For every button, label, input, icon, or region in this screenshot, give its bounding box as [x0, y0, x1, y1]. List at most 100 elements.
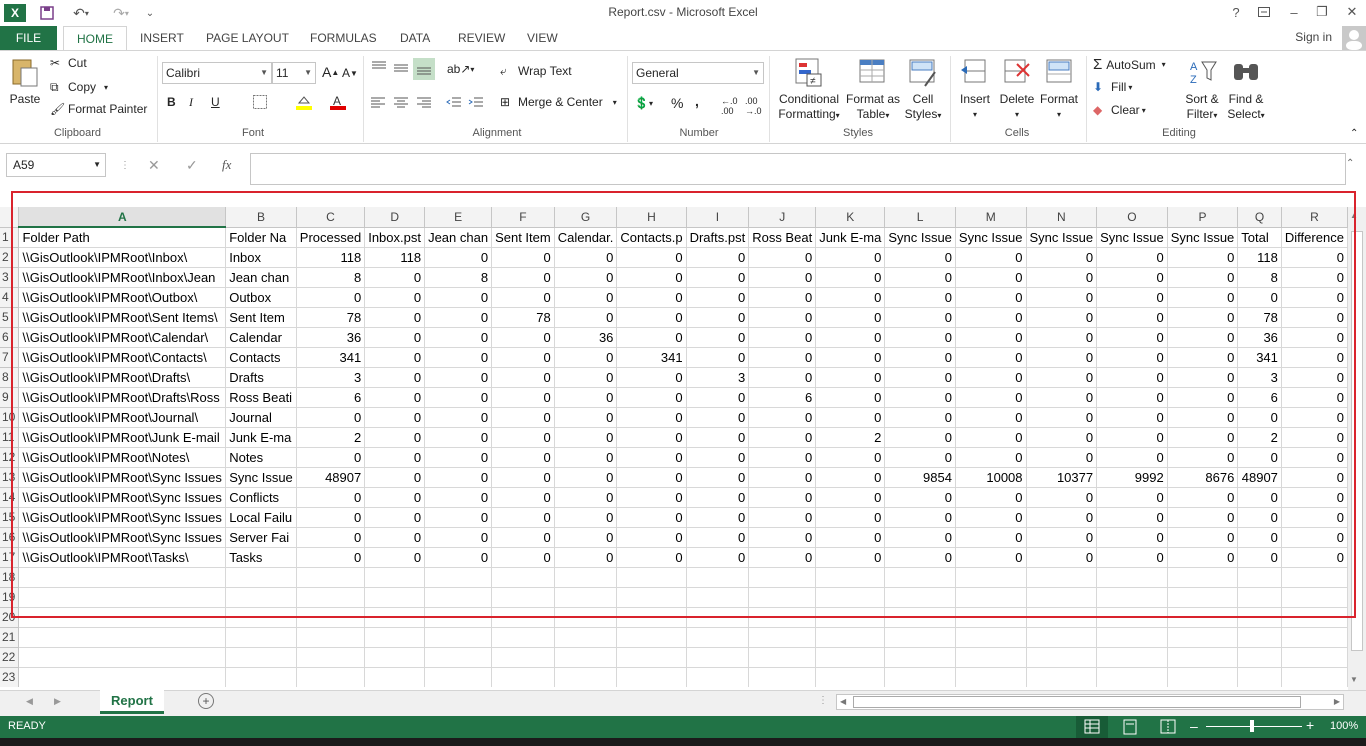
restore-button[interactable]: ❐: [1308, 2, 1336, 22]
cell[interactable]: 0: [1167, 327, 1239, 348]
tab-file[interactable]: FILE: [0, 26, 57, 50]
zoom-slider[interactable]: [1206, 726, 1302, 727]
spreadsheet-grid[interactable]: ABCDEFGHIJKLMNOPQR 1 Folder Path Folder Na…: [0, 207, 1348, 687]
cell[interactable]: [748, 607, 817, 628]
cell[interactable]: [1167, 567, 1239, 588]
row-header[interactable]: 14: [0, 487, 20, 508]
autosum-button[interactable]: Σ AutoSum ▾: [1093, 56, 1166, 73]
cell[interactable]: [616, 627, 687, 648]
cell[interactable]: [955, 567, 1027, 588]
cell[interactable]: Folder Path: [18, 227, 227, 248]
cell[interactable]: 0: [1167, 427, 1239, 448]
increase-indent-icon[interactable]: [468, 96, 484, 111]
page-break-view-button[interactable]: [1152, 716, 1184, 738]
cell[interactable]: Total: [1237, 227, 1282, 248]
cell[interactable]: Jean chan: [424, 227, 493, 248]
cell[interactable]: Conflicts: [225, 487, 297, 508]
cell[interactable]: [815, 607, 886, 628]
cell[interactable]: 0: [1237, 487, 1282, 508]
cell[interactable]: 0: [1026, 247, 1098, 268]
cell[interactable]: [364, 567, 426, 588]
cell[interactable]: Contacts.p: [616, 227, 687, 248]
cell[interactable]: 0: [748, 427, 817, 448]
cell[interactable]: 0: [884, 427, 956, 448]
cell[interactable]: 0: [1281, 487, 1348, 508]
horizontal-scroll-thumb[interactable]: [853, 696, 1301, 708]
cell[interactable]: [364, 607, 426, 628]
cell[interactable]: [364, 587, 426, 608]
increase-decimal-icon[interactable]: ←.0.00: [721, 96, 738, 116]
cell[interactable]: 0: [554, 527, 618, 548]
underline-button[interactable]: U: [211, 95, 220, 109]
cell[interactable]: 0: [424, 467, 493, 488]
find-select-button[interactable]: Find & Select▾: [1224, 56, 1268, 123]
cell[interactable]: [1167, 587, 1239, 608]
cell[interactable]: 36: [296, 327, 366, 348]
cell[interactable]: [296, 567, 366, 588]
cell[interactable]: 0: [554, 507, 618, 528]
cell[interactable]: [491, 567, 555, 588]
column-header-p[interactable]: P: [1167, 207, 1239, 228]
expand-formula-bar-icon[interactable]: ⌃: [1346, 158, 1354, 169]
cell[interactable]: [884, 587, 956, 608]
cell[interactable]: \\GisOutlook\IPMRoot\Junk E-mail: [18, 427, 227, 448]
cell[interactable]: 0: [364, 407, 426, 428]
cell[interactable]: 0: [955, 247, 1027, 268]
cell[interactable]: 0: [491, 347, 555, 368]
cell[interactable]: [424, 647, 493, 668]
cell[interactable]: Sync Issue: [1096, 227, 1168, 248]
cell[interactable]: [296, 647, 366, 668]
cell[interactable]: 0: [616, 427, 687, 448]
cell[interactable]: 0: [364, 387, 426, 408]
cell[interactable]: 341: [616, 347, 687, 368]
cell[interactable]: 0: [554, 387, 618, 408]
tab-split-grip-icon[interactable]: ⋮: [818, 695, 828, 706]
cell[interactable]: 0: [748, 327, 817, 348]
cell[interactable]: [616, 587, 687, 608]
cell[interactable]: [1096, 567, 1168, 588]
cell[interactable]: 0: [748, 507, 817, 528]
format-cells-button[interactable]: Format ▾: [1038, 56, 1080, 122]
cell[interactable]: 0: [686, 487, 750, 508]
row-header[interactable]: 12: [0, 447, 20, 468]
cell[interactable]: 0: [815, 367, 886, 388]
cell[interactable]: 0: [1281, 347, 1348, 368]
cell[interactable]: Server Fai: [225, 527, 297, 548]
cells-table[interactable]: ABCDEFGHIJKLMNOPQR 1 Folder Path Folder Na…: [0, 207, 1348, 687]
cell[interactable]: 0: [554, 367, 618, 388]
cell[interactable]: 0: [1096, 247, 1168, 268]
cell[interactable]: 0: [296, 447, 366, 468]
cell[interactable]: 0: [955, 487, 1027, 508]
cell[interactable]: 0: [884, 267, 956, 288]
row-header[interactable]: 22: [0, 647, 20, 668]
cell[interactable]: 0: [616, 307, 687, 328]
cell[interactable]: 0: [1096, 547, 1168, 568]
cell[interactable]: [554, 647, 618, 668]
cell[interactable]: 0: [815, 387, 886, 408]
prev-sheet-icon[interactable]: ◀: [26, 696, 33, 707]
cell[interactable]: Jean chan: [225, 267, 297, 288]
cell[interactable]: 0: [296, 287, 366, 308]
cell[interactable]: 6: [748, 387, 817, 408]
confirm-entry-icon[interactable]: ✓: [186, 157, 198, 174]
new-sheet-button[interactable]: +: [198, 693, 214, 709]
cell[interactable]: [815, 647, 886, 668]
cell[interactable]: 0: [955, 287, 1027, 308]
cell[interactable]: 0: [686, 507, 750, 528]
cell[interactable]: 0: [686, 347, 750, 368]
column-header-l[interactable]: L: [884, 207, 956, 228]
cell[interactable]: 0: [955, 547, 1027, 568]
cell[interactable]: 36: [1237, 327, 1282, 348]
cell[interactable]: 0: [491, 467, 555, 488]
cell[interactable]: 0: [554, 407, 618, 428]
cell[interactable]: 0: [1167, 487, 1239, 508]
cell[interactable]: \\GisOutlook\IPMRoot\Sync Issues: [18, 487, 227, 508]
cell[interactable]: 0: [364, 527, 426, 548]
cell[interactable]: Sync Issue: [955, 227, 1027, 248]
cell[interactable]: 0: [616, 487, 687, 508]
row-header[interactable]: 2: [0, 247, 20, 268]
row-header[interactable]: 19: [0, 587, 20, 608]
row-header[interactable]: 16: [0, 527, 20, 548]
cell[interactable]: 0: [616, 327, 687, 348]
cell[interactable]: 0: [364, 427, 426, 448]
